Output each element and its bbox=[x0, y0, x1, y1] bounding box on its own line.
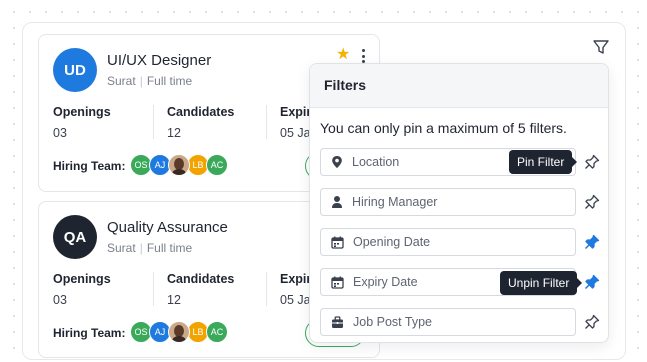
pin-icon[interactable] bbox=[584, 154, 600, 170]
person-icon bbox=[332, 196, 342, 208]
filter-label: Expiry Date bbox=[353, 275, 418, 289]
candidates-value: 12 bbox=[167, 126, 181, 140]
pin-icon[interactable] bbox=[584, 314, 600, 330]
job-type: Full time bbox=[146, 74, 193, 88]
filter-label: Opening Date bbox=[353, 235, 431, 249]
candidates-label: Candidates bbox=[167, 272, 235, 286]
filter-label: Job Post Type bbox=[353, 315, 432, 329]
stat-divider bbox=[266, 272, 267, 306]
job-location: Surat bbox=[107, 241, 136, 255]
job-avatar: QA bbox=[53, 215, 97, 259]
candidates-stat: Candidates 12 bbox=[167, 105, 234, 140]
filters-note: You can only pin a maximum of 5 filters. bbox=[320, 120, 567, 136]
calendar-icon bbox=[331, 236, 344, 249]
pin-icon[interactable] bbox=[584, 194, 600, 210]
meta-divider: | bbox=[139, 241, 143, 255]
stat-divider bbox=[153, 105, 154, 139]
filters-dropdown: Filters You can only pin a maximum of 5 … bbox=[309, 63, 609, 343]
more-options-icon[interactable] bbox=[357, 48, 369, 64]
briefcase-icon bbox=[332, 315, 343, 328]
openings-stat: Openings 03 bbox=[53, 272, 111, 307]
stat-divider bbox=[153, 272, 154, 306]
job-avatar: UD bbox=[53, 48, 97, 92]
job-meta: Surat | Full time bbox=[107, 241, 192, 255]
job-type: Full time bbox=[146, 241, 193, 255]
candidates-stat: Candidates 12 bbox=[167, 272, 234, 307]
candidates-value: 12 bbox=[167, 293, 181, 307]
pin-icon-active[interactable] bbox=[584, 274, 600, 290]
candidates-label: Candidates bbox=[167, 105, 235, 119]
hiring-team-avatars[interactable]: OS AJ LB AC bbox=[130, 321, 228, 343]
meta-divider: | bbox=[139, 74, 143, 88]
hiring-team-avatars[interactable]: OS AJ LB AC bbox=[130, 154, 228, 176]
filter-row-opening-date[interactable]: Opening Date bbox=[320, 228, 605, 256]
hiring-team-label: Hiring Team: bbox=[53, 159, 126, 173]
openings-label: Openings bbox=[53, 272, 111, 286]
filter-field-job-post-type[interactable]: Job Post Type bbox=[320, 308, 576, 336]
team-member-avatar[interactable]: AC bbox=[206, 154, 228, 176]
openings-value: 03 bbox=[53, 126, 67, 140]
filter-label: Hiring Manager bbox=[352, 195, 438, 209]
pin-icon-active[interactable] bbox=[584, 234, 600, 250]
filter-row-hiring-manager[interactable]: Hiring Manager bbox=[320, 188, 605, 216]
filter-field-opening-date[interactable]: Opening Date bbox=[320, 228, 576, 256]
openings-label: Openings bbox=[53, 105, 111, 119]
stat-divider bbox=[266, 105, 267, 139]
team-member-photo[interactable] bbox=[168, 154, 190, 176]
job-location: Surat bbox=[107, 74, 136, 88]
filter-icon[interactable] bbox=[592, 38, 610, 56]
team-member-avatar[interactable]: AC bbox=[206, 321, 228, 343]
openings-value: 03 bbox=[53, 293, 67, 307]
pin-filter-tooltip: Pin Filter bbox=[509, 150, 578, 174]
filters-title: Filters bbox=[310, 64, 608, 108]
star-icon[interactable]: ★ bbox=[336, 47, 350, 63]
job-title[interactable]: UI/UX Designer bbox=[107, 52, 211, 69]
filter-label: Location bbox=[352, 155, 400, 169]
filter-row-job-post-type[interactable]: Job Post Type bbox=[320, 308, 605, 336]
hiring-team-label: Hiring Team: bbox=[53, 326, 126, 340]
location-pin-icon bbox=[332, 156, 342, 168]
job-meta: Surat | Full time bbox=[107, 74, 192, 88]
openings-stat: Openings 03 bbox=[53, 105, 111, 140]
calendar-icon bbox=[331, 276, 344, 289]
job-title[interactable]: Quality Assurance bbox=[107, 219, 228, 236]
team-member-photo[interactable] bbox=[168, 321, 190, 343]
unpin-filter-tooltip: Unpin Filter bbox=[500, 271, 583, 295]
filter-field-hiring-manager[interactable]: Hiring Manager bbox=[320, 188, 576, 216]
